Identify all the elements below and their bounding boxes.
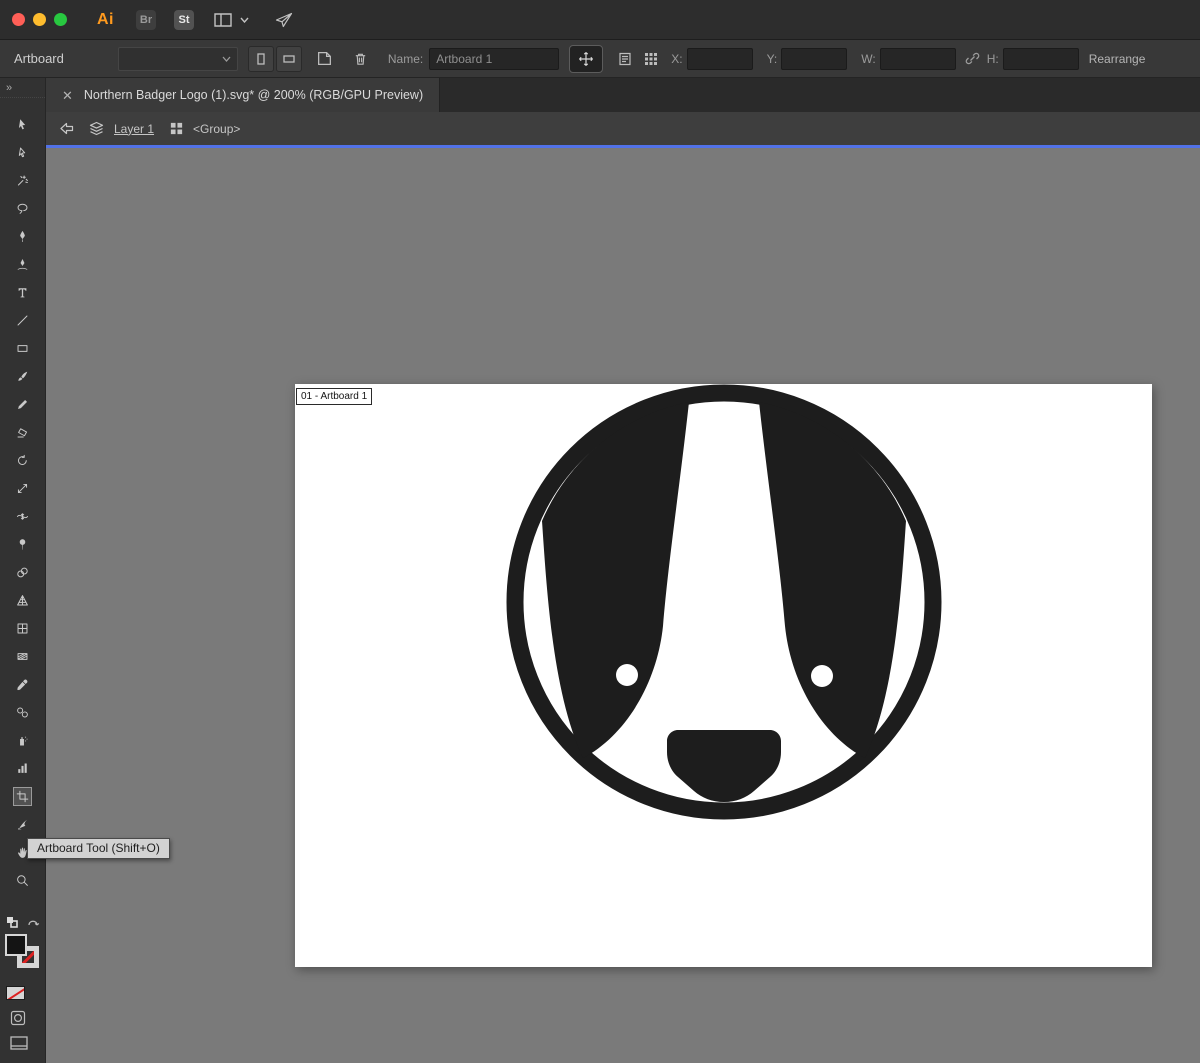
new-artboard-button[interactable] [316,50,333,67]
paintbrush-tool[interactable] [0,362,45,390]
delete-artboard-button[interactable] [353,51,368,67]
fill-color-swatch[interactable] [5,934,27,956]
zoom-tool[interactable] [0,866,45,894]
x-label: X: [671,52,682,66]
artboard-preset-dropdown[interactable] [118,47,238,71]
y-input[interactable] [781,48,847,70]
type-tool[interactable] [0,278,45,306]
shaper-tool[interactable] [0,390,45,418]
portrait-orientation-button[interactable] [248,46,274,72]
context-bar: Layer 1 <Group> [46,112,1200,145]
document-tab[interactable]: ✕ Northern Badger Logo (1).svg* @ 200% (… [46,78,440,112]
bridge-icon[interactable]: Br [136,10,156,30]
trash-icon [353,51,368,67]
landscape-orientation-button[interactable] [276,46,302,72]
traffic-light-minimize[interactable] [33,13,46,26]
swap-fill-stroke-icon[interactable] [27,917,40,928]
blend-tool[interactable] [0,698,45,726]
rearrange-button[interactable]: Rearrange [1089,52,1146,66]
link-icon [964,51,981,66]
slice-tool[interactable] [0,810,45,838]
workspace-switcher-icon[interactable] [214,13,232,27]
width-input[interactable] [880,48,956,70]
gradient-tool[interactable] [0,642,45,670]
group-icon [169,121,184,136]
rectangle-tool[interactable] [0,334,45,362]
new-artboard-icon [316,50,333,67]
artboard-options-button[interactable] [617,51,633,67]
traffic-light-close[interactable] [12,13,25,26]
artboard-name-tag[interactable]: 01 - Artboard 1 [296,388,372,405]
name-label: Name: [388,52,423,66]
y-label: Y: [767,52,778,66]
menu-bar: Ai Br St [0,0,1200,40]
document-list-icon [617,51,633,67]
selection-highlight-line [46,145,1200,148]
direct-selection-tool[interactable] [0,138,45,166]
badger-art[interactable] [295,384,1152,967]
expand-panel-button[interactable]: » [0,78,45,98]
height-input[interactable] [1003,48,1079,70]
column-graph-tool[interactable] [0,754,45,782]
stock-icon[interactable]: St [174,10,194,30]
eyedropper-tool[interactable] [0,670,45,698]
traffic-light-zoom[interactable] [54,13,67,26]
screen-mode-icon[interactable] [10,1036,46,1050]
drawing-mode-icon[interactable] [10,1010,46,1026]
breadcrumb-group-label: <Group> [193,122,240,136]
chevron-down-icon [222,56,231,62]
magic-wand-tool[interactable] [0,166,45,194]
back-arrow-icon[interactable] [58,121,75,136]
h-label: H: [987,52,999,66]
move-artwork-toggle[interactable] [569,45,603,73]
breadcrumb-layer-link[interactable]: Layer 1 [114,122,154,136]
puppet-warp-tool[interactable] [0,530,45,558]
curvature-tool[interactable] [0,250,45,278]
tool-panel: » [0,78,46,1063]
landscape-icon [282,52,296,66]
layers-icon [88,121,105,136]
close-tab-icon[interactable]: ✕ [62,89,73,102]
control-bar: Artboard Name: X: Y: W: H: Rearrange [0,40,1200,78]
document-title: Northern Badger Logo (1).svg* @ 200% (RG… [84,88,423,102]
width-tool[interactable] [0,502,45,530]
x-input[interactable] [687,48,753,70]
w-label: W: [861,52,875,66]
mesh-tool[interactable] [0,614,45,642]
artboard-name-input[interactable] [429,48,559,70]
chevron-down-icon[interactable] [240,17,249,23]
none-color-swatch[interactable] [6,986,25,1000]
share-icon[interactable] [275,12,293,28]
rotate-tool[interactable] [0,446,45,474]
move-crosshair-icon [578,51,594,67]
selection-tool[interactable] [0,110,45,138]
symbol-sprayer-tool[interactable] [0,726,45,754]
default-fill-stroke-icon[interactable] [6,916,18,928]
swatch-area [0,914,46,1050]
line-segment-tool[interactable] [0,306,45,334]
constrain-proportions-button[interactable] [964,51,981,66]
illustrator-logo: Ai [97,11,114,29]
artboard[interactable] [295,384,1152,967]
eraser-tool[interactable] [0,418,45,446]
shape-builder-tool[interactable] [0,558,45,586]
tooltip: Artboard Tool (Shift+O) [27,838,170,859]
portrait-icon [254,52,268,66]
scale-tool[interactable] [0,474,45,502]
document-tab-bar: ✕ Northern Badger Logo (1).svg* @ 200% (… [46,78,1200,112]
perspective-grid-tool[interactable] [0,586,45,614]
canvas-workspace[interactable]: 01 - Artboard 1 [46,148,1200,1063]
artboard-tool[interactable] [0,782,45,810]
pen-tool[interactable] [0,222,45,250]
toolbar-tools [0,98,45,894]
artboard-mode-label: Artboard [14,51,64,66]
reference-point-grid-icon[interactable] [643,51,659,67]
lasso-tool[interactable] [0,194,45,222]
